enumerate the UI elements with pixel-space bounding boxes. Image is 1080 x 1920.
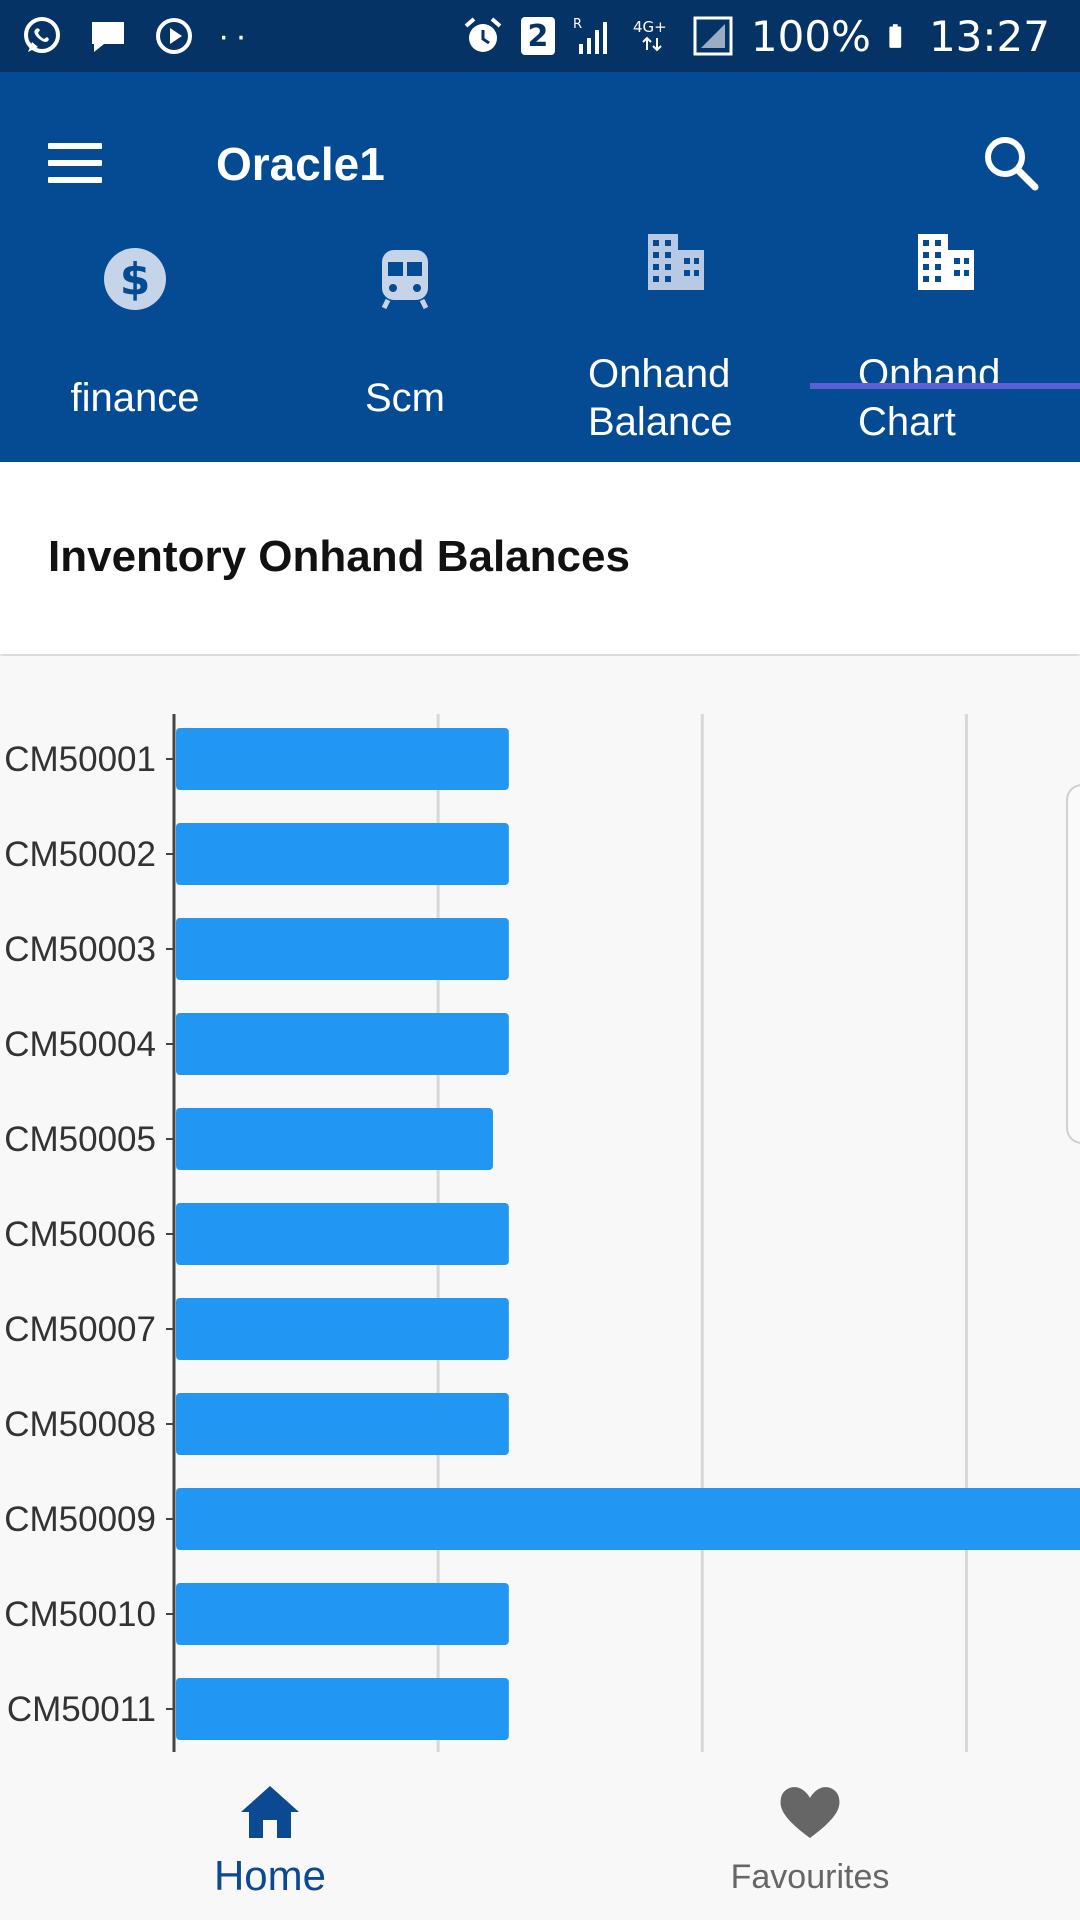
building-icon [648, 234, 704, 290]
svg-text:$: $ [120, 254, 151, 305]
chart-bar-cm50011[interactable] [176, 1678, 509, 1740]
message-icon [92, 22, 124, 52]
onhand-bar-chart: CM50001 CM50002 CM50003 CM50004 CM50005 CM500… [4, 714, 1080, 1752]
page-title: Inventory Onhand Balances [48, 532, 630, 581]
signal-icon: R [573, 17, 607, 54]
chart-category-label: CM50010 [4, 1595, 156, 1634]
tab-onhand-chart-line1: Onhand [858, 352, 1001, 396]
chart-category-label: CM50008 [4, 1405, 156, 1444]
chart-category-label: CM50005 [4, 1120, 156, 1159]
nav-home-label: Home [213, 1852, 327, 1899]
selected-tab-indicator [810, 383, 1080, 389]
tab-finance[interactable]: $ finance [0, 232, 270, 462]
nav-favourites[interactable]: Favourites [540, 1752, 1080, 1920]
chart-category-label: CM50009 [4, 1500, 156, 1539]
4g-icon: 4G+ [633, 18, 667, 52]
tab-onhand-chart-text: Onhand Chart [858, 350, 1000, 446]
tab-scm-label: Scm [365, 376, 445, 420]
svg-text:4G+: 4G+ [633, 18, 667, 36]
clock: 13:27 [928, 11, 1050, 61]
chart-category-label: CM50001 [4, 740, 156, 779]
chart-category-label: CM50011 [7, 1690, 156, 1729]
chart-bar-cm50005[interactable] [176, 1108, 493, 1170]
notification-count-badge: 2 [520, 17, 555, 55]
chart-category-label: CM50007 [4, 1310, 156, 1349]
play-icon [156, 18, 192, 54]
nav-favourites-label: Favourites [730, 1858, 890, 1896]
chart-category-label: CM50002 [4, 835, 156, 874]
chart-category-label: CM50006 [4, 1215, 156, 1254]
side-panel-handle[interactable] [1066, 784, 1080, 1144]
chart-bar-cm50009[interactable] [176, 1488, 1080, 1550]
nav-home[interactable]: Home [0, 1752, 540, 1920]
cell-signal-icon [693, 16, 733, 56]
chart-bar-cm50004[interactable] [176, 1013, 509, 1075]
heart-icon [780, 1787, 840, 1838]
dollar-icon: $ [104, 248, 166, 310]
tab-onhand-chart-line2: Chart [858, 400, 956, 444]
app-title: Oracle1 [216, 138, 385, 190]
tab-onhand-balance-text: Onhand Balance [588, 350, 733, 446]
status-bar-notifications: ·· [20, 0, 253, 72]
chart-area[interactable]: CM50001 CM50002 CM50003 CM50004 CM50005 CM500… [0, 656, 1080, 1752]
tab-onhand-balance-line2: Balance [588, 400, 733, 444]
alarm-icon [464, 17, 502, 52]
chart-bar-cm50008[interactable] [176, 1393, 509, 1455]
tab-onhand-balance-line1: Onhand [588, 352, 731, 396]
more-dots-icon: ·· [218, 16, 253, 55]
status-bar-system: 2 R 4G+ 100% 13:27 [461, 0, 1050, 72]
bottom-navigation: Home Favourites [0, 1752, 1080, 1920]
chart-bar-cm50003[interactable] [176, 918, 509, 980]
app-bar: Oracle1 $ finance Scm Onhand Balance Onh… [0, 72, 1080, 462]
tab-scm[interactable]: Scm [270, 232, 540, 462]
status-bar: ·· 2 R 4G+ 100% 13:27 [0, 0, 1080, 72]
chart-bar-cm50007[interactable] [176, 1298, 509, 1360]
chart-category-label: CM50004 [4, 1025, 156, 1064]
chart-bar-cm50001[interactable] [176, 728, 509, 790]
hamburger-menu-icon[interactable] [48, 127, 120, 199]
train-icon [381, 250, 429, 310]
search-icon[interactable] [975, 127, 1047, 199]
battery-icon [889, 24, 902, 48]
chart-bar-cm50010[interactable] [176, 1583, 509, 1645]
chart-bar-cm50006[interactable] [176, 1203, 509, 1265]
chart-bar-cm50002[interactable] [176, 823, 509, 885]
building-icon [918, 234, 974, 290]
tab-finance-label: finance [70, 376, 200, 420]
page-header-card: Inventory Onhand Balances [0, 462, 1080, 654]
whatsapp-icon [24, 17, 60, 53]
battery-percent: 100% [750, 11, 871, 61]
svg-text:R: R [573, 17, 582, 32]
chart-category-label: CM50003 [4, 930, 156, 969]
home-icon [241, 1786, 299, 1838]
